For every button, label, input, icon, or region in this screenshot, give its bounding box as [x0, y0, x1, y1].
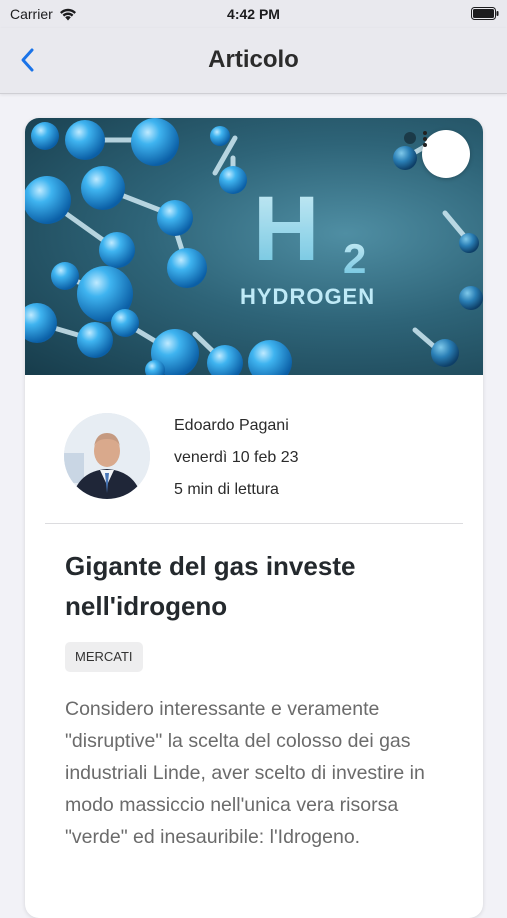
- article-title: Gigante del gas investe nell'idrogeno: [65, 551, 356, 621]
- reading-time: 5 min di lettura: [174, 481, 279, 498]
- status-time: 4:42 PM: [227, 6, 280, 22]
- page-title: Articolo: [208, 46, 299, 73]
- navigation-bar: Articolo: [0, 28, 507, 94]
- hero-h-letter: H: [253, 178, 319, 280]
- status-bar: Carrier 4:42 PM: [0, 0, 507, 28]
- author-info: Edoardo Pagani venerdì 10 feb 23 5 min d…: [174, 415, 299, 511]
- hydrogen-molecules-illustration: H 2 HYDROGEN: [25, 118, 483, 375]
- hero-hydrogen-word: HYDROGEN: [240, 284, 375, 309]
- article-excerpt: Considero interessante e veramente "disr…: [65, 698, 425, 848]
- hero-subscript-2: 2: [343, 235, 366, 282]
- author-photo: [64, 413, 150, 499]
- article-hero-image: H 2 HYDROGEN: [25, 118, 483, 375]
- article-card: H 2 HYDROGEN Edoardo Pagani venerdì 10 f…: [25, 118, 483, 918]
- battery-icon: [471, 7, 499, 20]
- divider: [45, 523, 463, 524]
- publish-date: venerdì 10 feb 23: [174, 449, 299, 466]
- more-options-button[interactable]: [422, 130, 470, 178]
- author-name[interactable]: Edoardo Pagani: [174, 415, 299, 447]
- category-tag[interactable]: MERCATI: [65, 642, 143, 672]
- more-vertical-icon: [423, 131, 427, 147]
- author-avatar[interactable]: [64, 413, 150, 499]
